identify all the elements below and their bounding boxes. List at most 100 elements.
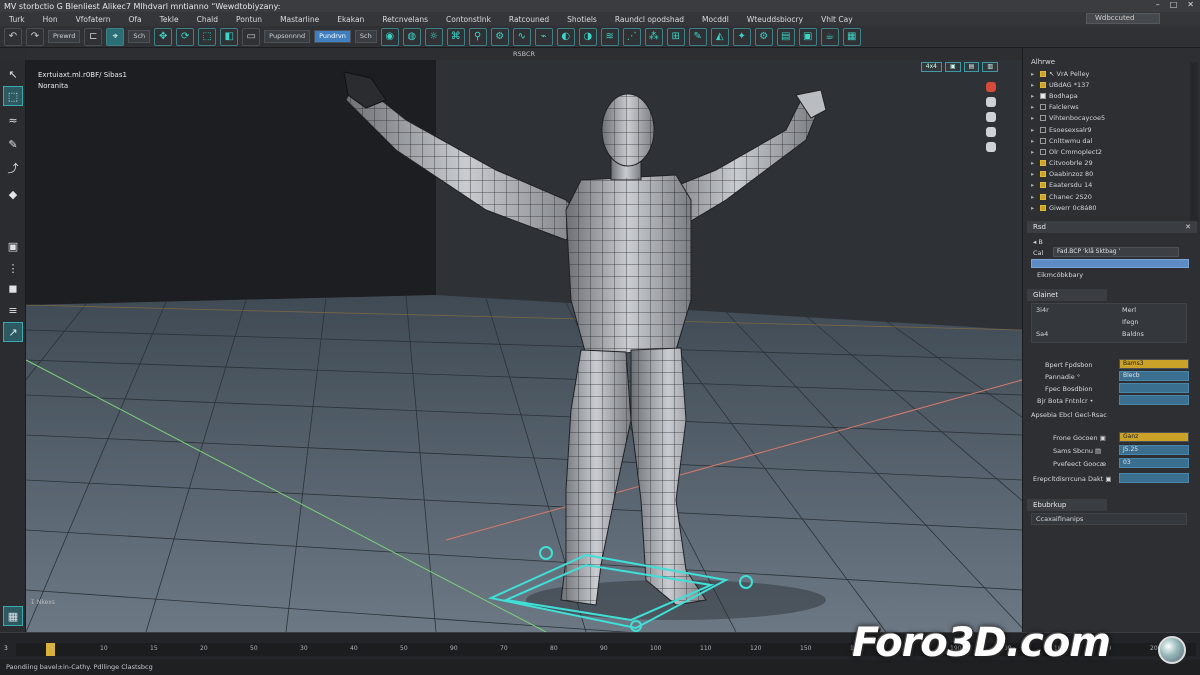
menu-item[interactable]: Hon: [34, 15, 67, 24]
move-tool-icon[interactable]: ⤴: [3, 158, 23, 178]
menu-item[interactable]: Mocddl: [693, 15, 738, 24]
rotate-tool-icon[interactable]: ◆: [3, 184, 23, 204]
paint-select-icon[interactable]: ✎: [3, 134, 23, 154]
curve-icon[interactable]: ∿: [512, 27, 531, 46]
uv-icon[interactable]: ⊞: [666, 27, 685, 46]
expand-arrow-icon[interactable]: ▸: [1031, 81, 1037, 89]
viewport-layout-button[interactable]: 4x4: [920, 62, 942, 72]
rotate-icon[interactable]: ⟳: [176, 27, 195, 46]
rig-icon[interactable]: ⚙: [490, 27, 509, 46]
field-input-3[interactable]: [1119, 383, 1189, 393]
light-icon[interactable]: ☼: [424, 27, 443, 46]
material-icon[interactable]: ◍: [402, 27, 421, 46]
expand-arrow-icon[interactable]: ▸: [1031, 114, 1037, 122]
orbit-icon[interactable]: [986, 97, 996, 107]
scene-item[interactable]: ▸ Giwerr 0c8á80: [1031, 202, 1187, 213]
field-input-2[interactable]: Blecb: [1119, 371, 1189, 381]
menu-item[interactable]: Turk: [0, 15, 34, 24]
pointer-icon[interactable]: ↖: [3, 64, 23, 84]
menu-item[interactable]: Retcnvelans: [373, 15, 437, 24]
field2-input-4[interactable]: [1119, 473, 1189, 483]
zoom-icon[interactable]: [986, 127, 996, 137]
filter-field[interactable]: Sch: [128, 30, 151, 43]
menu-item[interactable]: Wteuddsbiocry: [738, 15, 812, 24]
selection-set-field[interactable]: Prewrd: [48, 30, 81, 43]
scene-scrollbar[interactable]: [1190, 62, 1198, 222]
select-region-icon[interactable]: ⬚: [3, 86, 23, 106]
hierarchy-icon[interactable]: ⋮: [3, 258, 23, 278]
menu-item[interactable]: Ratcouned: [500, 15, 558, 24]
field2-input-2[interactable]: J5.25: [1119, 445, 1189, 455]
pan-icon[interactable]: [986, 112, 996, 122]
redo-icon[interactable]: ↷: [26, 27, 44, 46]
render-icon[interactable]: ◉: [380, 27, 399, 46]
scene-item[interactable]: ▸ Olr Cmmoplect2: [1031, 146, 1187, 157]
scene-item[interactable]: ▸ Cnlttwmu dal: [1031, 135, 1187, 146]
properties-section-header[interactable]: Rsd ✕: [1027, 221, 1197, 233]
maximize-button[interactable]: □: [1170, 0, 1178, 9]
select-icon[interactable]: ⌖: [106, 27, 125, 46]
field2-input-1[interactable]: Ganz: [1119, 432, 1189, 442]
hair-icon[interactable]: ⋰: [622, 27, 641, 46]
perspective-viewport[interactable]: Exrtuiaxt.ml.r0BF/ Sibas1 Noranita 4x4 ▣…: [26, 60, 1022, 632]
field-input-1[interactable]: Bams3: [1119, 359, 1189, 369]
extra-section-header[interactable]: Ebubrkup: [1027, 499, 1107, 511]
view-cube-icon[interactable]: [986, 82, 996, 92]
viewport-shade-button[interactable]: ▣: [944, 62, 961, 72]
scene-item[interactable]: ▸ UBdAG *137: [1031, 79, 1187, 90]
move-icon[interactable]: ✥: [154, 27, 173, 46]
menu-item[interactable]: Vhlt Cay: [812, 15, 862, 24]
box-select-icon[interactable]: ▭: [242, 27, 261, 46]
scene-item[interactable]: ▸ Chanec 2S20: [1031, 191, 1187, 202]
scale-icon[interactable]: ⬚: [198, 27, 217, 46]
skin-icon[interactable]: ◐: [556, 27, 575, 46]
scene-item[interactable]: ▸ Citvoobrle 29: [1031, 158, 1187, 169]
menu-item[interactable]: Tekle: [151, 15, 188, 24]
field-input-4[interactable]: [1119, 395, 1189, 405]
close-button[interactable]: ✕: [1187, 0, 1194, 9]
coordinate-field[interactable]: Pupsonnnd: [264, 30, 311, 43]
viewport-maximize-button[interactable]: ▥: [982, 62, 998, 72]
menu-item[interactable]: Vfofatern: [67, 15, 120, 24]
bone-icon[interactable]: ⚲: [468, 27, 487, 46]
cloth-icon[interactable]: ≋: [600, 27, 619, 46]
motion-icon[interactable]: ◼: [3, 278, 23, 298]
menu-item[interactable]: Shotiels: [558, 15, 606, 24]
sculpt-icon[interactable]: ◭: [710, 27, 729, 46]
minimize-button[interactable]: –: [1156, 0, 1160, 9]
workspace-dropdown[interactable]: Wdbccuted: [1086, 13, 1160, 24]
parameters-section-header[interactable]: Glainet: [1027, 289, 1107, 301]
reference-field[interactable]: Pundrvn: [314, 30, 351, 43]
object-color-swatch[interactable]: [1031, 259, 1189, 268]
grid-icon[interactable]: ▦: [842, 27, 861, 46]
fx-icon[interactable]: ✦: [732, 27, 751, 46]
menu-item[interactable]: Chald: [188, 15, 227, 24]
snap-icon[interactable]: ◧: [220, 27, 239, 46]
particle-icon[interactable]: ⁂: [644, 27, 663, 46]
undo-icon[interactable]: ↶: [4, 27, 22, 46]
field2-input-3[interactable]: 03: [1119, 458, 1189, 468]
expand-arrow-icon[interactable]: ▸: [1031, 70, 1037, 78]
scene-item[interactable]: ▸ Bodhapa: [1031, 90, 1187, 101]
expand-arrow-icon[interactable]: ▸: [1031, 126, 1037, 134]
expand-arrow-icon[interactable]: ▸: [1031, 181, 1037, 189]
graph-icon[interactable]: ⌁: [534, 27, 553, 46]
morph-icon[interactable]: ◑: [578, 27, 597, 46]
scene-item[interactable]: ▸ ↖ VrA Pelley: [1031, 68, 1187, 79]
expand-arrow-icon[interactable]: ▸: [1031, 103, 1037, 111]
camera-icon[interactable]: ⌘: [446, 27, 465, 46]
utilities-icon[interactable]: ≡: [3, 300, 23, 320]
expand-arrow-icon[interactable]: ▸: [1031, 148, 1037, 156]
object-name-field[interactable]: Fad.BCP ‘klå Sktbag ’: [1053, 247, 1179, 257]
scene-item[interactable]: ▸ Oaabinzoz 80: [1031, 169, 1187, 180]
menu-item[interactable]: Raundcl opodshad: [606, 15, 693, 24]
scene-item[interactable]: ▸ Falclerws: [1031, 102, 1187, 113]
frame-icon[interactable]: [986, 142, 996, 152]
expand-arrow-icon[interactable]: ▸: [1031, 137, 1037, 145]
expand-arrow-icon[interactable]: ▸: [1031, 159, 1037, 167]
lasso-icon[interactable]: ≈: [3, 110, 23, 130]
paint-icon[interactable]: ✎: [688, 27, 707, 46]
viewport-wire-button[interactable]: ▤: [963, 62, 980, 72]
expand-arrow-icon[interactable]: ▸: [1031, 170, 1037, 178]
pivot-field[interactable]: Sch: [354, 30, 377, 43]
